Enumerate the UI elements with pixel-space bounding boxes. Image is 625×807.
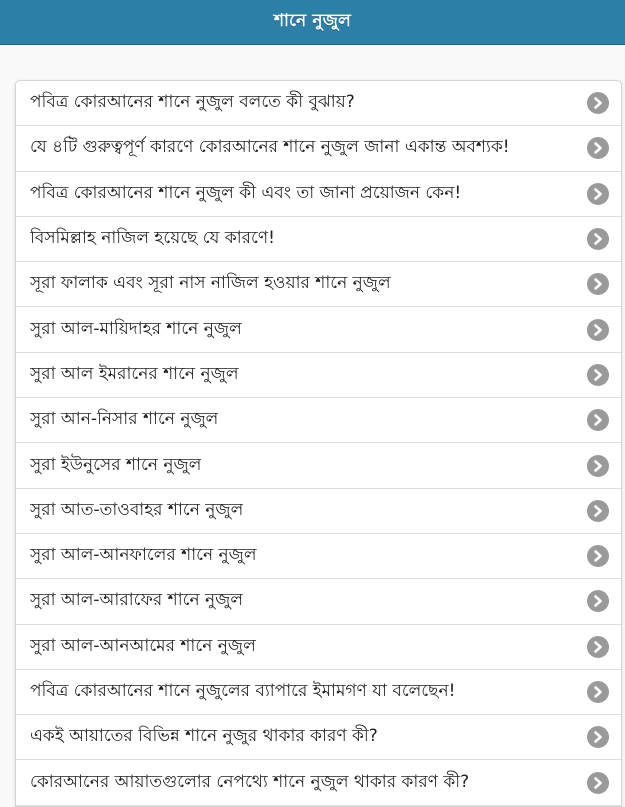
chevron-right-icon: [587, 363, 609, 386]
chevron-right-icon: [587, 273, 609, 296]
list-item-label: সুরা আল-মায়িদাহর শানে নুজুল: [30, 318, 242, 339]
list-item[interactable]: সুরা আল ইমরানের শানে নুজুল: [16, 352, 621, 399]
list-item-label: সুরা ইউনুসের শানে নুজুল: [30, 454, 202, 475]
page-title: শানে নুজুল: [273, 11, 352, 31]
chevron-right-icon: [587, 499, 609, 522]
list-item[interactable]: বিসমিল্লাহ নাজিল হয়েছে যে কারণে!: [16, 216, 621, 263]
chevron-right-icon: [587, 635, 609, 658]
list-item-label: সূরা ফালাক এবং সূরা নাস নাজিল হওয়ার শান…: [30, 273, 391, 294]
list-item[interactable]: সূরা ফালাক এবং সূরা নাস নাজিল হওয়ার শান…: [16, 262, 621, 308]
list-item[interactable]: পবিত্র কোরআনের শানে নুজুল কী এবং তা জানা…: [16, 171, 621, 217]
chevron-right-icon: [587, 92, 609, 115]
list-item[interactable]: সুরা ইউনুসের শানে নুজুল: [16, 443, 621, 489]
list-item-label: সুরা আল ইমরানের শানে নুজুল: [30, 363, 239, 384]
list-item[interactable]: কোরআনের আয়াতগুলোর নেপথ্যে শানে নুজুল থা…: [16, 760, 621, 806]
list-item-label: বিসমিল্লাহ নাজিল হয়েছে যে কারণে!: [30, 228, 275, 249]
app-header: শানে নুজুল: [0, 0, 625, 45]
list-item[interactable]: পবিত্র কোরআনের শানে নুজুল বলতে কী বুঝায়…: [16, 81, 621, 127]
chevron-right-icon: [587, 681, 609, 703]
chevron-right-icon: [587, 726, 609, 749]
chevron-right-icon: [587, 590, 609, 613]
list-item-label: সুরা আত-তাওবাহর শানে নুজুল: [30, 499, 244, 520]
list-item[interactable]: যে ৪টি গুরুত্বপূর্ণ কারণে কোরআনের শানে ন…: [16, 126, 621, 172]
chevron-right-icon: [587, 318, 609, 341]
chevron-right-icon: [587, 771, 609, 794]
chevron-right-icon: [587, 137, 609, 160]
list-item[interactable]: একই আয়াতের বিভিন্ন শানে নুজুর থাকার কার…: [16, 715, 621, 761]
list-item-label: কোরআনের আয়াতগুলোর নেপথ্যে শানে নুজুল থা…: [30, 771, 470, 792]
chevron-right-icon: [587, 454, 609, 477]
list-item-label: একই আয়াতের বিভিন্ন শানে নুজুর থাকার কার…: [30, 726, 378, 747]
chevron-right-icon: [587, 545, 609, 568]
list-item[interactable]: সুরা আল-আনআমের শানে নুজুল: [16, 624, 621, 670]
list-item-label: যে ৪টি গুরুত্বপূর্ণ কারণে কোরআনের শানে ন…: [30, 137, 510, 158]
list-item[interactable]: সুরা আল-আরাফের শানে নুজুল: [16, 579, 621, 625]
list-item[interactable]: সুরা আত-তাওবাহর শানে নুজুল: [16, 488, 621, 534]
list-item[interactable]: পবিত্র কোরআনের শানে নুজুলের ব্যাপারে ইমা…: [16, 669, 621, 716]
list-item[interactable]: সুরা আন-নিসার শানে নুজুল: [16, 398, 621, 444]
list-item-label: সুরা আল-আনফালের শানে নুজুল: [30, 545, 257, 566]
list-item-label: পবিত্র কোরআনের শানে নুজুলের ব্যাপারে ইমা…: [30, 681, 456, 701]
list-item-label: সুরা আল-আরাফের শানে নুজুল: [30, 590, 244, 611]
list-item-label: সুরা আন-নিসার শানে নুজুল: [30, 409, 219, 430]
chevron-right-icon: [587, 228, 609, 251]
list-item[interactable]: সুরা আল-মায়িদাহর শানে নুজুল: [16, 307, 621, 353]
list-item-label: পবিত্র কোরআনের শানে নুজুল কী এবং তা জানা…: [30, 182, 462, 203]
list-item[interactable]: সুরা আল-আনফালের শানে নুজুল: [16, 533, 621, 580]
list-item-label: পবিত্র কোরআনের শানে নুজুল বলতে কী বুঝায়…: [30, 92, 355, 113]
list-item-label: সুরা আল-আনআমের শানে নুজুল: [30, 635, 256, 656]
chevron-right-icon: [587, 182, 609, 205]
chapter-list: পবিত্র কোরআনের শানে নুজুল বলতে কী বুঝায়…: [15, 80, 622, 807]
chevron-right-icon: [587, 409, 609, 432]
